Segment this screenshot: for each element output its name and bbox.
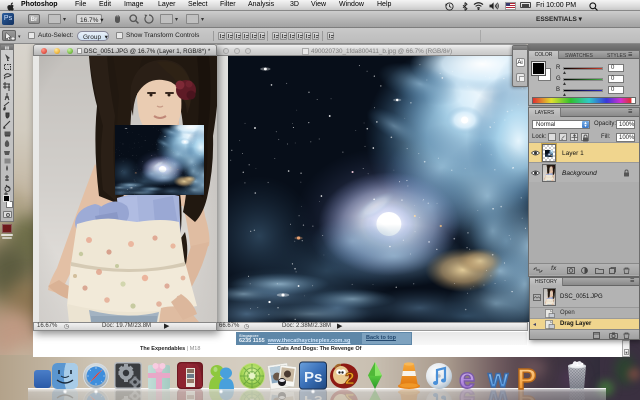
svg-text:w: w — [487, 385, 509, 400]
svg-text:Ps: Ps — [304, 369, 322, 386]
svg-text:2: 2 — [345, 390, 354, 400]
svg-text:2: 2 — [345, 369, 354, 388]
svg-text:P: P — [517, 382, 536, 400]
svg-text:e: e — [459, 383, 475, 400]
